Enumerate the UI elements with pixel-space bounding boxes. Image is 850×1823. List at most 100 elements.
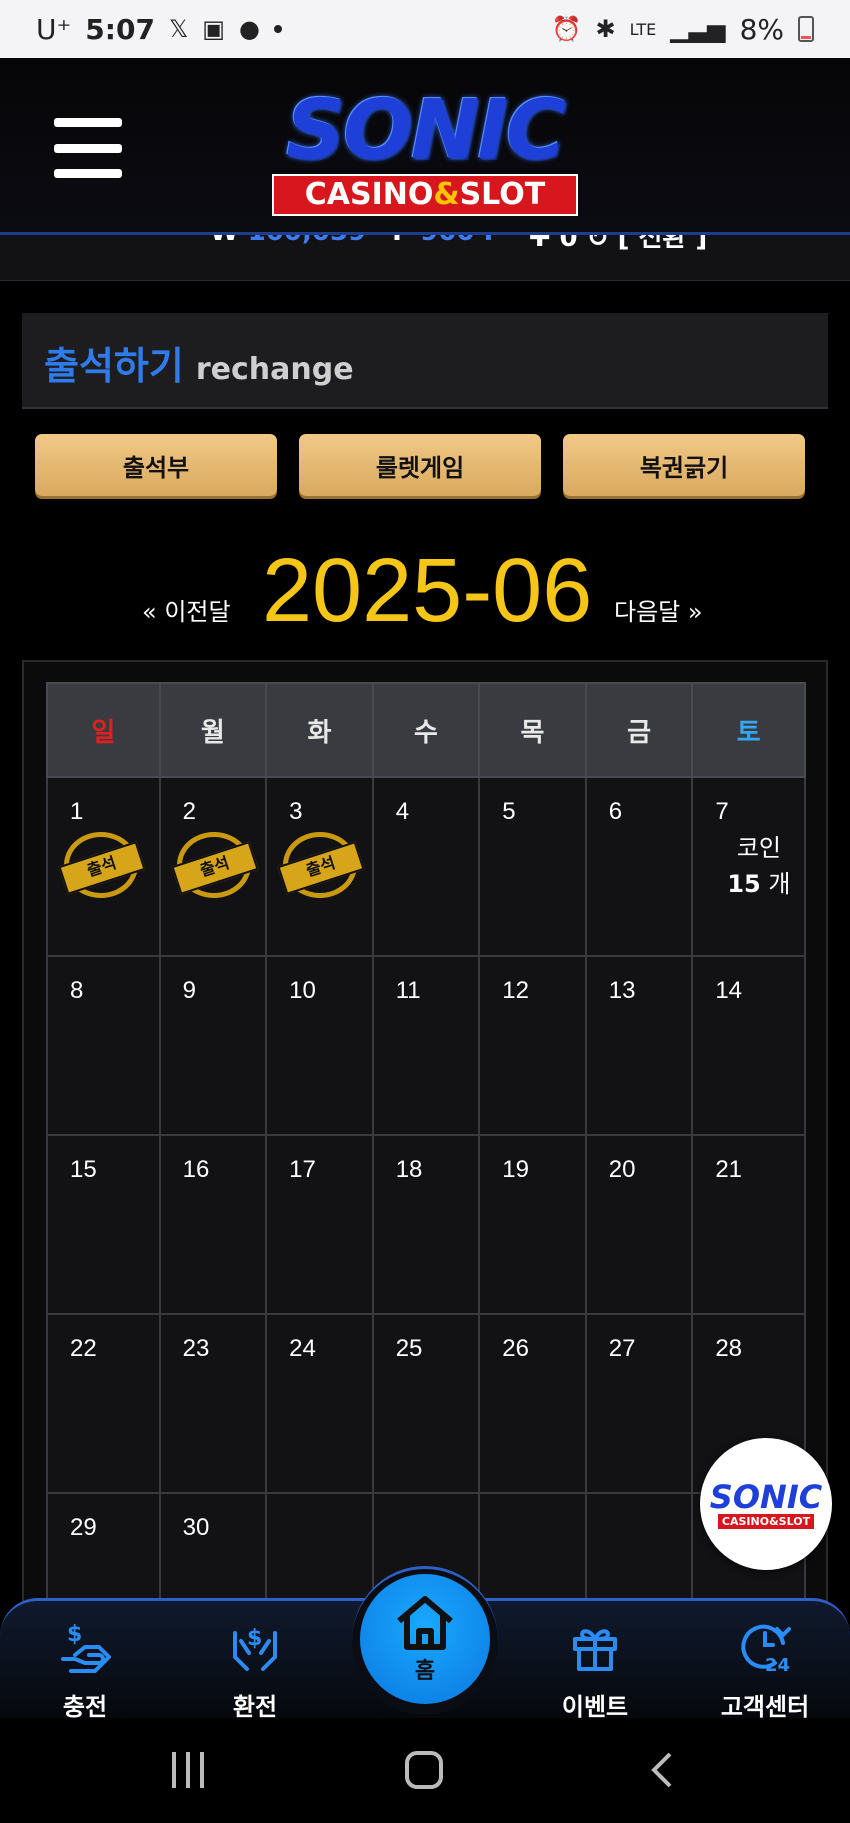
coin-balance: 0 xyxy=(559,235,578,253)
coin-note-unit: 개 xyxy=(768,870,791,898)
tab-attendance[interactable]: 출석부 xyxy=(35,434,277,496)
stamp-label: 출석 xyxy=(277,841,365,895)
point-balance: 900 P xyxy=(420,235,502,247)
calendar-day-cell[interactable]: 20 xyxy=(584,1134,694,1315)
calendar-week-row: 1 출석 2 출석 3 출석 4 5 6 7 코인 15 개 xyxy=(46,776,806,957)
exchange-link[interactable]: [ 전환 ] xyxy=(618,235,708,253)
calendar-day-cell[interactable]: 10 xyxy=(265,955,374,1136)
logo-sub-text: CASINO&SLOT xyxy=(272,174,578,216)
calendar-day-cell[interactable]: 6 xyxy=(584,776,694,957)
status-bar: U⁺ 5:07 𝕏 ▣ ● ⏰ ✱ LTE ▁▃▅ 8% xyxy=(0,0,850,58)
nav-exchange[interactable]: $ 환전 xyxy=(190,1613,320,1722)
day-number: 1 xyxy=(70,798,84,825)
calendar-day-cell[interactable]: 14 xyxy=(691,955,806,1136)
calendar-day-cell[interactable]: 1 출석 xyxy=(46,776,161,957)
battery-icon xyxy=(798,16,814,42)
calendar-day-cell[interactable]: 7 코인 15 개 xyxy=(691,776,806,957)
won-symbol: ₩ xyxy=(210,235,239,247)
day-number: 14 xyxy=(715,977,743,1004)
calendar-day-cell[interactable]: 13 xyxy=(584,955,694,1136)
calendar-day-cell[interactable]: 24 xyxy=(265,1313,374,1494)
site-logo[interactable]: SONIC CASINO&SLOT xyxy=(250,83,600,216)
weekday-sat: 토 xyxy=(691,682,806,778)
fab-logo-main: SONIC xyxy=(709,1477,823,1516)
day-number: 29 xyxy=(70,1514,97,1541)
page-title-ko: 출석하기 xyxy=(44,344,184,388)
next-month-link[interactable]: 다음달 » xyxy=(614,592,703,627)
calendar-week-row: 15 16 17 18 19 20 21 xyxy=(46,1134,806,1315)
weekday-fri: 금 xyxy=(584,682,694,778)
nav-charge[interactable]: $ 충전 xyxy=(20,1613,150,1722)
calendar-day-cell[interactable]: 23 xyxy=(158,1313,268,1494)
calendar-day-cell[interactable]: 3 출석 xyxy=(265,776,374,957)
page-title-en: rechange xyxy=(195,352,354,387)
recent-apps-icon[interactable] xyxy=(168,1748,208,1792)
site-header: SONIC CASINO&SLOT xyxy=(0,58,850,235)
calendar-day-cell[interactable]: 8 xyxy=(46,955,161,1136)
calendar-day-cell[interactable]: 25 xyxy=(371,1313,481,1494)
day-number: 23 xyxy=(182,1335,210,1362)
day-number: 13 xyxy=(608,977,636,1004)
floating-logo-button[interactable]: SONIC CASINO&SLOT xyxy=(700,1438,832,1570)
weekday-thu: 목 xyxy=(478,682,587,778)
x-app-icon: 𝕏 xyxy=(168,15,189,43)
day-number: 22 xyxy=(70,1335,97,1362)
battery-percent: 8% xyxy=(739,12,784,46)
home-system-icon[interactable] xyxy=(404,1748,444,1792)
calendar-day-cell[interactable]: 26 xyxy=(478,1313,587,1494)
calendar-day-cell[interactable]: 2 출석 xyxy=(158,776,268,957)
day-number: 25 xyxy=(395,1335,423,1362)
nav-support[interactable]: 24 고객센터 xyxy=(700,1613,830,1722)
hamburger-icon[interactable] xyxy=(54,118,122,178)
back-icon[interactable] xyxy=(648,1748,678,1792)
coin-note-amount: 15 개 xyxy=(727,866,790,902)
attendance-tabs: 출석부 룰렛게임 복권긁기 xyxy=(35,434,805,496)
calendar-day-cell[interactable]: 4 xyxy=(371,776,481,957)
nav-support-label: 고객센터 xyxy=(720,1693,810,1721)
svg-text:$: $ xyxy=(247,1626,262,1651)
calendar-day-cell[interactable]: 17 xyxy=(265,1134,374,1315)
day-number: 17 xyxy=(289,1156,316,1183)
day-number: 26 xyxy=(502,1335,529,1362)
calendar-day-cell[interactable]: 22 xyxy=(46,1313,161,1494)
weekday-sun: 일 xyxy=(46,682,161,778)
tab-roulette[interactable]: 룰렛게임 xyxy=(299,434,541,496)
day-number: 19 xyxy=(502,1156,529,1183)
day-number: 3 xyxy=(289,798,303,825)
month-navigation: « 이전달 2025-06 다음달 » xyxy=(0,530,850,641)
weekday-header-row: 일 월 화 수 목 금 토 xyxy=(46,682,806,778)
attendance-calendar: 일 월 화 수 목 금 토 1 출석 2 출석 3 출석 4 5 6 7 코인 15 개 8 9 10 11 1… xyxy=(46,682,806,1673)
calendar-day-cell[interactable]: 21 xyxy=(691,1134,806,1315)
notification-icon: ▣ xyxy=(202,15,225,43)
calendar-day-cell[interactable]: 9 xyxy=(158,955,268,1136)
calendar-day-cell[interactable]: 18 xyxy=(371,1134,481,1315)
carrier-label: U⁺ xyxy=(36,12,72,46)
calendar-day-cell[interactable]: 11 xyxy=(371,955,481,1136)
prev-month-link[interactable]: « 이전달 xyxy=(142,592,231,627)
calendar-day-cell[interactable]: 5 xyxy=(478,776,587,957)
calendar-day-cell[interactable]: 15 xyxy=(46,1134,161,1315)
calendar-day-cell[interactable]: 27 xyxy=(584,1313,694,1494)
tab-lottery[interactable]: 복권긁기 xyxy=(563,434,805,496)
page-title: 출석하기 rechange xyxy=(22,313,828,409)
signal-icon: ▁▃▅ xyxy=(670,15,726,43)
day-number: 30 xyxy=(182,1514,210,1541)
calendar-week-row: 22 23 24 25 26 27 28 xyxy=(46,1313,806,1494)
logo-main-text: SONIC xyxy=(285,83,566,178)
calendar-day-cell[interactable]: 12 xyxy=(478,955,587,1136)
day-number: 6 xyxy=(608,798,623,825)
nav-home[interactable]: 홈 xyxy=(360,1574,490,1704)
balance-bar: ₩ 100,039 P 900 P ✚ 0 ↻ [ 전환 ] xyxy=(0,235,850,281)
refresh-icon[interactable]: ↻ xyxy=(587,235,609,253)
weekday-mon: 월 xyxy=(158,682,268,778)
day-number: 8 xyxy=(70,977,84,1004)
point-symbol: P xyxy=(392,235,411,247)
calendar-day-cell[interactable]: 19 xyxy=(478,1134,587,1315)
network-type: LTE xyxy=(629,19,657,39)
deposit-icon: $ xyxy=(20,1613,150,1681)
day-number: 7 xyxy=(715,798,729,825)
day-number: 4 xyxy=(395,798,410,825)
calendar-day-cell[interactable]: 16 xyxy=(158,1134,268,1315)
svg-text:24: 24 xyxy=(765,1655,790,1675)
nav-event[interactable]: 이벤트 xyxy=(530,1613,660,1722)
